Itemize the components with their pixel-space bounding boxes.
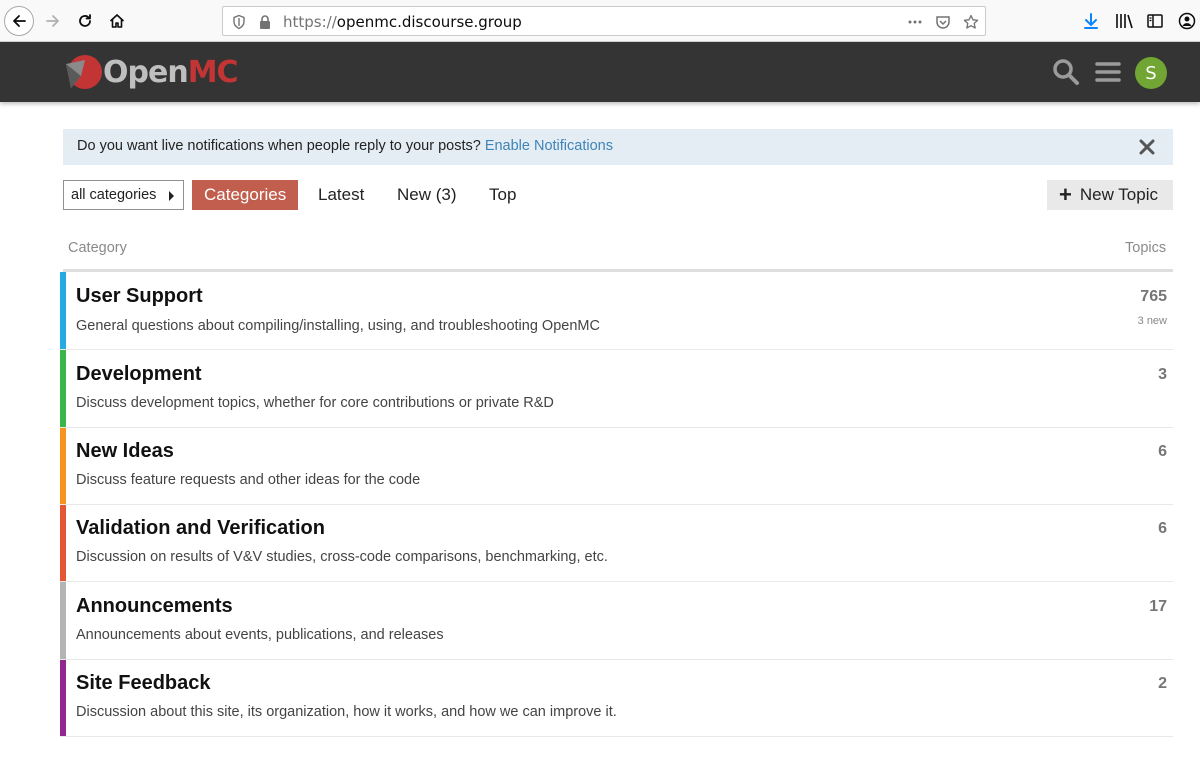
- url-bar[interactable]: https://openmc.discourse.group: [222, 6, 986, 36]
- more-icon[interactable]: [907, 14, 923, 30]
- category-dropdown[interactable]: all categories: [63, 180, 184, 210]
- topic-count: 3: [1158, 366, 1167, 383]
- site-header: OpenMC: [0, 42, 1200, 102]
- category-color-stripe: [60, 582, 66, 659]
- home-icon: [109, 14, 125, 28]
- category-row[interactable]: Development Discuss development topics, …: [60, 350, 1173, 428]
- user-avatar[interactable]: S: [1135, 57, 1167, 89]
- topic-count: 765: [1140, 288, 1167, 305]
- category-row[interactable]: New Ideas Discuss feature requests and o…: [60, 428, 1173, 505]
- home-button[interactable]: [102, 6, 132, 36]
- category-color-stripe: [60, 272, 66, 349]
- close-icon[interactable]: [1136, 136, 1158, 158]
- column-header-category[interactable]: Category: [68, 240, 127, 256]
- account-icon[interactable]: [1177, 11, 1197, 31]
- library-icon[interactable]: [1114, 11, 1134, 31]
- new-topic-button[interactable]: + New Topic: [1047, 180, 1173, 210]
- reload-button[interactable]: [70, 6, 100, 36]
- download-icon[interactable]: [1081, 11, 1101, 31]
- category-name[interactable]: Announcements: [76, 595, 233, 618]
- category-name[interactable]: Validation and Verification: [76, 517, 325, 540]
- site-logo[interactable]: OpenMC: [63, 52, 239, 92]
- category-description: Discussion on results of V&V studies, cr…: [76, 549, 608, 565]
- search-icon[interactable]: [1051, 57, 1081, 87]
- arrow-left-icon: [13, 15, 26, 27]
- category-row[interactable]: User Support General questions about com…: [60, 272, 1173, 350]
- notification-text: Do you want live notifications when peop…: [77, 138, 613, 154]
- category-description: Discussion about this site, its organiza…: [76, 704, 617, 720]
- enable-notifications-link[interactable]: Enable Notifications: [485, 138, 613, 154]
- logo-text: OpenMC: [103, 54, 239, 90]
- topic-count: 6: [1158, 443, 1167, 460]
- category-color-stripe: [60, 428, 66, 504]
- forward-button[interactable]: [38, 6, 68, 36]
- hamburger-menu-icon[interactable]: [1093, 57, 1123, 87]
- category-description: Discuss development topics, whether for …: [76, 395, 554, 411]
- category-color-stripe: [60, 350, 66, 427]
- notification-banner: Do you want live notifications when peop…: [63, 129, 1173, 165]
- star-icon[interactable]: [963, 14, 979, 30]
- new-topic-count[interactable]: 3 new: [1138, 315, 1167, 327]
- category-row[interactable]: Validation and Verification Discussion o…: [60, 505, 1173, 582]
- url-protocol: https://: [283, 13, 337, 31]
- topic-count: 2: [1158, 675, 1167, 692]
- tab-categories[interactable]: Categories: [192, 180, 299, 210]
- reload-icon: [79, 14, 91, 27]
- tab-new[interactable]: New (3): [385, 180, 469, 210]
- category-description: Discuss feature requests and other ideas…: [76, 472, 421, 488]
- category-dropdown-label: all categories: [71, 187, 157, 203]
- category-row[interactable]: Site Feedback Discussion about this site…: [60, 660, 1173, 737]
- plus-icon: +: [1059, 182, 1072, 207]
- openmc-logo-icon: [66, 55, 102, 89]
- tab-latest[interactable]: Latest: [306, 180, 376, 210]
- category-name[interactable]: Site Feedback: [76, 672, 211, 695]
- topic-count: 17: [1149, 598, 1167, 615]
- new-topic-label: New Topic: [1079, 185, 1158, 204]
- column-header-topics[interactable]: Topics: [1125, 240, 1166, 256]
- url-host: openmc.discourse.group: [336, 13, 522, 31]
- category-description: Announcements about events, publications…: [76, 627, 444, 643]
- category-name[interactable]: New Ideas: [76, 440, 174, 463]
- pocket-icon[interactable]: [935, 14, 951, 30]
- category-color-stripe: [60, 660, 66, 736]
- shield-icon[interactable]: [231, 14, 247, 30]
- topic-count: 6: [1158, 520, 1167, 537]
- lock-icon[interactable]: [257, 14, 273, 30]
- category-color-stripe: [60, 505, 66, 581]
- caret-right-icon: [169, 191, 174, 201]
- category-name[interactable]: User Support: [76, 285, 203, 308]
- category-row[interactable]: Announcements Announcements about events…: [60, 582, 1173, 660]
- url-text[interactable]: https://openmc.discourse.group: [283, 13, 522, 31]
- back-button[interactable]: [4, 6, 34, 36]
- tab-top[interactable]: Top: [477, 180, 528, 210]
- category-name[interactable]: Development: [76, 363, 202, 386]
- category-description: General questions about compiling/instal…: [76, 318, 600, 334]
- arrow-right-icon: [46, 15, 59, 27]
- browser-toolbar: https://openmc.discourse.group: [0, 0, 1200, 42]
- sidebar-icon[interactable]: [1145, 11, 1165, 31]
